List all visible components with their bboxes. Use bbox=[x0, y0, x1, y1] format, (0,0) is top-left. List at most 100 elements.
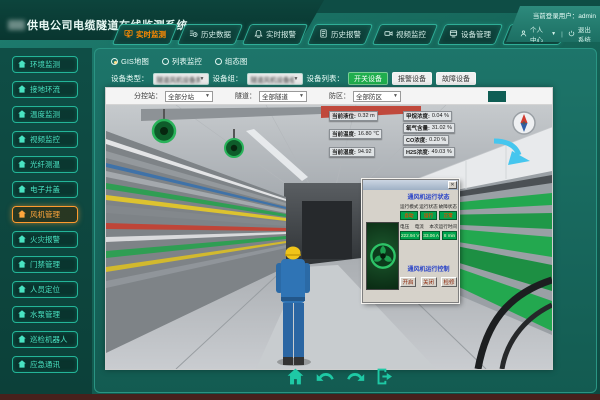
fan-control-title: 通风机运行控制 bbox=[400, 264, 457, 273]
history-icon bbox=[189, 29, 198, 40]
sensor-label: 当前液位: bbox=[332, 112, 356, 120]
device-filter-button-2[interactable]: 报警设备 bbox=[392, 72, 432, 85]
sidebar-item-label: 巡检机器人 bbox=[30, 334, 68, 345]
fan-button-2[interactable]: 关闭 bbox=[421, 277, 437, 287]
redacted-company-name bbox=[8, 20, 25, 30]
fan-metric-values: 222.94 V33.06 A8 min bbox=[400, 231, 457, 240]
fan-control-dialog: ✕ 通风机运行状态 运行模式运行状态故障状态 bbox=[362, 179, 459, 303]
forward-button[interactable] bbox=[344, 366, 365, 387]
sidebar-item-4[interactable]: 视频监控 bbox=[12, 131, 78, 148]
sensor-value: 0.20 % bbox=[429, 137, 446, 143]
divider: | bbox=[561, 31, 563, 38]
dialog-titlebar[interactable]: ✕ bbox=[363, 180, 458, 190]
metric-label: 电压 bbox=[400, 224, 409, 230]
device-group-dropdown[interactable]: 隧道风机设备组▼ bbox=[247, 73, 303, 85]
filter-3: 防区：全部防区▼ bbox=[329, 91, 401, 102]
house-icon bbox=[18, 235, 26, 245]
filter-2: 隧道：全部隧道▼ bbox=[235, 91, 307, 102]
filter-value: 全部分站 bbox=[168, 91, 194, 101]
sidebar-item-3[interactable]: 温度监测 bbox=[12, 106, 78, 123]
home-button[interactable] bbox=[284, 366, 305, 387]
house-icon bbox=[18, 160, 26, 170]
view-mode-label: 列表监控 bbox=[172, 56, 202, 67]
status-led: 正常 bbox=[439, 211, 457, 220]
sidebar-item-label: 火灾报警 bbox=[30, 234, 60, 245]
device-type-dropdown[interactable]: 隧道风机设备类型▼ bbox=[153, 73, 209, 85]
status-led: 自动 bbox=[400, 211, 418, 220]
nav-tab-5[interactable]: 视频监控 bbox=[372, 24, 438, 45]
sensor-chip: 氧气含量:31.02 % bbox=[403, 123, 455, 133]
nav-tab-4[interactable]: 历史报警 bbox=[307, 24, 373, 45]
view-mode-radio-2[interactable]: 列表监控 bbox=[162, 56, 202, 67]
filter-value: 全部防区 bbox=[356, 91, 382, 101]
status-label: 故障状态 bbox=[439, 204, 457, 210]
sidebar-item-2[interactable]: 接地环流 bbox=[12, 81, 78, 98]
filter-dropdown[interactable]: 全部分站▼ bbox=[165, 91, 213, 102]
nav-tab-3[interactable]: 实时报警 bbox=[242, 24, 308, 45]
chevron-down-icon: ▼ bbox=[393, 93, 398, 99]
sensor-value: 94.92 bbox=[358, 149, 372, 155]
device-toolbar: 设备类型： 隧道风机设备类型▼ 设备组： 隧道风机设备组▼ 设备列表： 开关设备… bbox=[111, 72, 476, 85]
device-filter-button-1[interactable]: 开关设备 bbox=[348, 72, 388, 85]
nav-tab-6[interactable]: 设备管理 bbox=[437, 24, 503, 45]
fan-control-buttons: 开启关闭检修 bbox=[400, 277, 457, 287]
sensor-chip: H2S浓度:49.03 % bbox=[403, 147, 455, 157]
sensor-label: 甲烷浓度: bbox=[406, 112, 430, 120]
metric-label: 电流 bbox=[415, 224, 424, 230]
sidebar-item-label: 温度监测 bbox=[30, 109, 60, 120]
sensor-chip: 当前液位:0.32 m bbox=[329, 111, 378, 121]
sidebar-item-label: 接地环流 bbox=[30, 84, 60, 95]
monitor-icon bbox=[124, 29, 133, 40]
tab-label: 实时监测 bbox=[136, 29, 166, 40]
sensor-value: 49.03 % bbox=[432, 149, 452, 155]
fan-button-3[interactable]: 检修 bbox=[441, 277, 457, 287]
sidebar-item-8[interactable]: 火灾报警 bbox=[12, 231, 78, 248]
chevron-down-icon: ▼ bbox=[200, 76, 205, 82]
device-type-label: 设备类型： bbox=[111, 73, 149, 84]
house-icon bbox=[18, 335, 26, 345]
sidebar-item-label: 水泵管理 bbox=[30, 309, 60, 320]
radio-icon bbox=[215, 58, 222, 65]
main-panel: GIS地图 列表监控 组态图 设备类型： 隧道风机设备类型▼ 设备组： 隧道风机设备… bbox=[94, 48, 597, 393]
sidebar-item-label: 人员定位 bbox=[30, 284, 60, 295]
nav-tab-1[interactable]: 实时监测 bbox=[112, 24, 178, 45]
user-center-link[interactable]: 个人中心 bbox=[530, 24, 548, 44]
fan-button-1[interactable]: 开启 bbox=[400, 277, 416, 287]
fan-image bbox=[366, 222, 399, 290]
sidebar-item-11[interactable]: 水泵管理 bbox=[12, 306, 78, 323]
view-mode-radio-1[interactable]: GIS地图 bbox=[111, 56, 149, 67]
view-mode-radio-3[interactable]: 组态图 bbox=[215, 56, 248, 67]
house-icon bbox=[18, 260, 26, 270]
device-list-buttons: 开关设备报警设备故障设备 bbox=[348, 72, 476, 85]
house-icon bbox=[18, 60, 26, 70]
exit-button[interactable] bbox=[374, 366, 395, 387]
tunnel-3d-viewport[interactable]: 当前液位:0.32 m当前温度:16.80 ℃当前湿度:94.92甲烷浓度:0.… bbox=[106, 105, 552, 369]
nav-tab-2[interactable]: 历史数据 bbox=[177, 24, 243, 45]
back-button[interactable] bbox=[314, 366, 335, 387]
tab-label: 历史数据 bbox=[201, 29, 231, 40]
sidebar-item-9[interactable]: 门禁管理 bbox=[12, 256, 78, 273]
metric-led: 222.94 V bbox=[400, 231, 420, 240]
nav-tabs: 实时监测历史数据实时报警历史报警视频监控设备管理用户管理 bbox=[116, 24, 564, 45]
device-filter-button-3[interactable]: 故障设备 bbox=[436, 72, 476, 85]
filter-dropdown[interactable]: 全部隧道▼ bbox=[259, 91, 307, 102]
sidebar-item-7[interactable]: 风机管理 bbox=[12, 206, 78, 223]
frame-corner-box bbox=[488, 91, 506, 102]
sidebar-item-10[interactable]: 人员定位 bbox=[12, 281, 78, 298]
sidebar-item-1[interactable]: 环境监测 bbox=[12, 56, 78, 73]
metric-led: 33.06 A bbox=[422, 231, 440, 240]
logout-link[interactable]: 退出系统 bbox=[578, 24, 596, 44]
sidebar-item-6[interactable]: 电子井盖 bbox=[12, 181, 78, 198]
scene-nav-toolbar bbox=[284, 366, 395, 387]
sidebar-item-13[interactable]: 应急通讯 bbox=[12, 356, 78, 373]
video-icon bbox=[384, 29, 393, 40]
filter-dropdown[interactable]: 全部防区 ▼ bbox=[353, 91, 401, 102]
sidebar-item-label: 风机管理 bbox=[30, 209, 60, 220]
close-icon[interactable]: ✕ bbox=[448, 181, 457, 189]
tab-label: 视频监控 bbox=[396, 29, 426, 40]
sidebar-item-12[interactable]: 巡检机器人 bbox=[12, 331, 78, 348]
sidebar-item-5[interactable]: 光纤测温 bbox=[12, 156, 78, 173]
sensor-value: 16.80 ℃ bbox=[358, 131, 379, 137]
view-mode-label: GIS地图 bbox=[121, 56, 149, 67]
house-icon bbox=[18, 110, 26, 120]
